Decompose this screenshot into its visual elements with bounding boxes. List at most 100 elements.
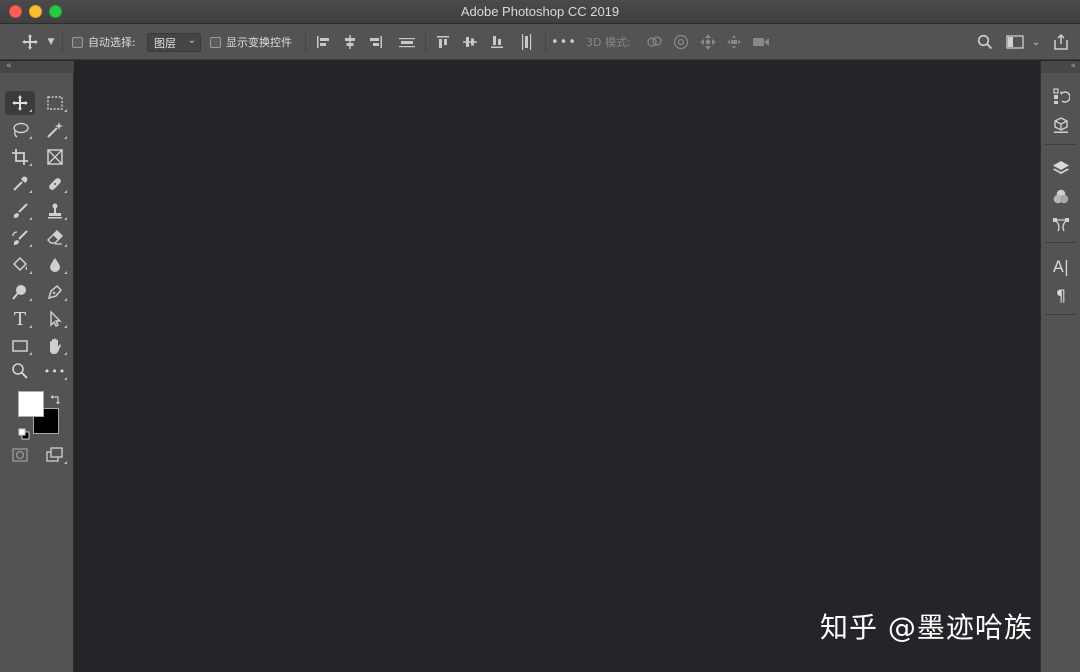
paths-panel-button[interactable] — [1045, 212, 1077, 238]
align-left-icon[interactable] — [313, 33, 333, 51]
frame-icon — [47, 149, 63, 165]
pan-3d-icon[interactable] — [697, 33, 719, 51]
edit-toolbar[interactable]: ••• — [40, 359, 70, 383]
frame-tool[interactable] — [40, 145, 70, 169]
show-transform-label: 显示变换控件 — [226, 36, 292, 49]
expand-panels-icon[interactable]: « — [1070, 61, 1076, 71]
eyedropper-tool[interactable] — [5, 172, 35, 196]
rectangle-icon — [12, 340, 28, 352]
auto-select-label: 自动选择: — [88, 36, 136, 49]
search-icon[interactable] — [974, 33, 996, 51]
zoom-tool[interactable] — [5, 359, 35, 383]
layers-icon — [1053, 161, 1069, 174]
type-icon: T — [13, 308, 26, 330]
magnifier-icon — [12, 363, 28, 379]
distribute-horizontal-icon[interactable] — [396, 33, 418, 51]
mode-3d-group: 3D 模式: — [586, 24, 631, 60]
rectangle-tool[interactable] — [5, 334, 35, 358]
document-canvas[interactable] — [75, 61, 1039, 672]
panel-group-layers — [1045, 153, 1077, 243]
hand-tool[interactable] — [40, 334, 70, 358]
hand-icon — [50, 338, 61, 354]
slide-3d-icon[interactable] — [723, 33, 745, 51]
path-selection-tool[interactable] — [40, 307, 70, 331]
move-tool-preset-icon[interactable] — [18, 33, 42, 51]
crop-icon — [12, 149, 28, 165]
distribute-vertical-icon[interactable] — [517, 33, 537, 51]
show-transform-option[interactable]: 显示变换控件 — [210, 24, 292, 60]
paragraph-icon: ¶ — [1055, 285, 1067, 305]
panel-dock-header[interactable]: « — [1041, 61, 1080, 73]
workspace-icon[interactable] — [1004, 33, 1026, 51]
move-tool[interactable] — [5, 91, 35, 115]
align-right-icon[interactable] — [366, 33, 386, 51]
default-colors-icon[interactable] — [18, 425, 30, 444]
watermark: 知乎 @墨迹哈族 — [820, 611, 1033, 644]
more-icon: ••• — [43, 364, 67, 378]
drop-icon — [50, 258, 60, 272]
quick-mask-mode[interactable] — [5, 443, 35, 467]
pen-tool[interactable] — [40, 280, 70, 304]
brush-icon — [13, 203, 28, 218]
auto-select-target-dropdown[interactable]: 图层 ⌄ — [147, 33, 201, 52]
swap-colors-icon[interactable] — [50, 391, 62, 410]
paths-icon — [1053, 218, 1069, 232]
history-icon — [1053, 88, 1070, 104]
align-top-icon[interactable] — [433, 33, 453, 51]
paragraph-panel-button[interactable]: ¶ — [1045, 282, 1077, 308]
healing-brush-tool[interactable] — [40, 172, 70, 196]
eraser-icon — [47, 230, 63, 245]
show-transform-checkbox[interactable] — [210, 36, 221, 48]
orbit-3d-icon[interactable] — [643, 33, 665, 51]
chevron-down-icon[interactable]: ⌄ — [1030, 37, 1042, 48]
roll-3d-icon[interactable] — [670, 33, 692, 51]
tools-panel: « T ••• — [0, 61, 74, 672]
marquee-icon — [47, 96, 63, 110]
window-title: Adobe Photoshop CC 2019 — [460, 4, 620, 19]
align-bottom-icon[interactable] — [487, 33, 507, 51]
options-bar: ▼ 自动选择: 图层 ⌄ 显示变换控件 ••• 3D 模式: ⌄ — [0, 24, 1080, 60]
3d-panel-button[interactable] — [1045, 112, 1077, 138]
chevron-down-icon[interactable]: ▼ — [45, 37, 57, 47]
tools-panel-header[interactable]: « — [0, 61, 74, 73]
rectangular-marquee-tool[interactable] — [40, 91, 70, 115]
eraser-tool[interactable] — [40, 226, 70, 250]
lasso-icon — [13, 122, 29, 138]
title-bar: Adobe Photoshop CC 2019 — [0, 0, 1080, 24]
dodge-tool[interactable] — [5, 280, 35, 304]
crop-tool[interactable] — [5, 145, 35, 169]
eyedropper-icon — [13, 176, 28, 191]
lasso-tool[interactable] — [5, 118, 35, 142]
panel-dock: « A| ¶ — [1040, 61, 1080, 672]
bandage-icon — [49, 178, 61, 190]
auto-select-checkbox[interactable] — [72, 36, 83, 48]
scale-3d-camera-icon[interactable] — [750, 33, 772, 51]
paint-bucket-tool[interactable] — [5, 253, 35, 277]
type-tool[interactable]: T — [5, 307, 35, 331]
auto-select-option[interactable]: 自动选择: — [72, 24, 136, 60]
collapse-panel-icon[interactable]: « — [6, 61, 12, 71]
layers-panel-button[interactable] — [1045, 155, 1077, 181]
align-horizontal-center-icon[interactable] — [340, 33, 360, 51]
channels-icon — [1053, 189, 1069, 204]
history-panel-button[interactable] — [1045, 83, 1077, 109]
history-brush-tool[interactable] — [5, 226, 35, 250]
brush-tool[interactable] — [5, 199, 35, 223]
magic-wand-tool[interactable] — [40, 118, 70, 142]
stamp-icon — [48, 203, 62, 219]
cube-icon — [1054, 117, 1068, 133]
history-brush-icon — [12, 230, 28, 245]
arrow-icon — [50, 310, 62, 327]
character-icon: A| — [1052, 256, 1070, 276]
more-options-icon[interactable]: ••• — [551, 33, 576, 51]
align-vertical-center-icon[interactable] — [460, 33, 480, 51]
screen-mode-icon — [46, 447, 63, 462]
character-panel-button[interactable]: A| — [1045, 253, 1077, 279]
foreground-color-swatch[interactable] — [18, 391, 44, 417]
share-icon[interactable] — [1050, 32, 1072, 52]
bucket-icon — [12, 256, 28, 272]
screen-mode[interactable] — [40, 443, 70, 467]
blur-tool[interactable] — [40, 253, 70, 277]
clone-stamp-tool[interactable] — [40, 199, 70, 223]
channels-panel-button[interactable] — [1045, 184, 1077, 210]
